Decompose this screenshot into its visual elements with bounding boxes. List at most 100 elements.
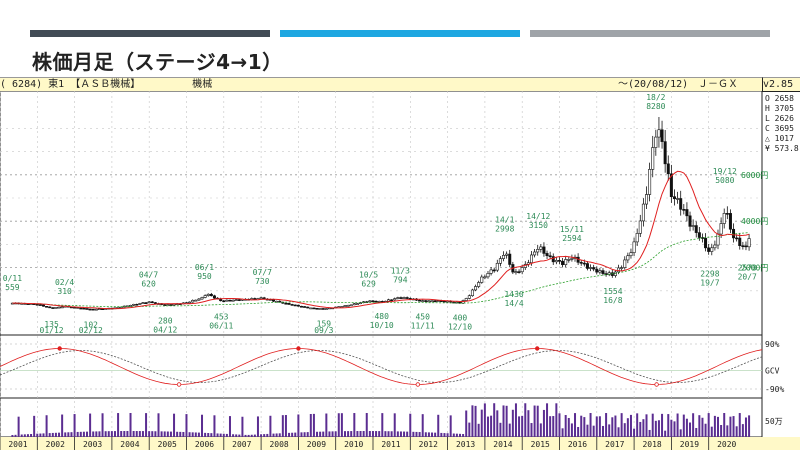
- candle-body: [747, 238, 751, 248]
- volume-bar: [79, 431, 82, 437]
- candle-body: [303, 306, 307, 308]
- volume-bar: [564, 415, 567, 437]
- candle-body: [138, 303, 142, 305]
- candle-body: [495, 262, 499, 271]
- volume-bar: [648, 429, 651, 437]
- volume-bar: [256, 416, 259, 437]
- volume-bar: [527, 410, 530, 437]
- volume-bar: [499, 422, 502, 437]
- candle-body: [253, 298, 257, 300]
- volume-bar: [654, 420, 657, 437]
- candle-body: [467, 295, 471, 299]
- volume-bar: [204, 432, 207, 437]
- osc-marker: [415, 382, 421, 387]
- volume-bar: [120, 431, 123, 437]
- price-annotation: 2570: [738, 263, 757, 272]
- volume-bar: [440, 432, 443, 437]
- volume-bar: [462, 434, 465, 437]
- candle-body: [57, 306, 61, 309]
- candle-body: [679, 198, 683, 210]
- volume-bar: [185, 414, 188, 437]
- volume-bar: [437, 414, 440, 437]
- candle-body: [657, 129, 661, 138]
- candle-body: [629, 252, 633, 257]
- candle-body: [82, 307, 86, 310]
- volume-bar: [744, 417, 747, 437]
- volume-bar: [182, 431, 185, 437]
- volume-bar: [558, 413, 561, 437]
- volume-bar: [73, 414, 76, 437]
- candle-body: [464, 298, 468, 301]
- candle-body: [172, 303, 176, 306]
- candle-body: [231, 299, 235, 302]
- volume-bar: [605, 413, 608, 437]
- price-annotation: 19/12: [713, 167, 737, 176]
- volume-bar: [86, 431, 89, 437]
- price-annotation: 2998: [495, 224, 514, 233]
- volume-bar: [222, 433, 225, 437]
- volume-bar: [17, 416, 20, 437]
- volume-bar: [138, 431, 141, 437]
- candle-body: [483, 276, 487, 279]
- candle-body: [405, 297, 409, 299]
- volume-bar: [132, 431, 135, 437]
- candle-body: [725, 213, 729, 215]
- volume-bar: [505, 405, 508, 437]
- candle-body: [54, 307, 58, 309]
- candle-body: [564, 259, 568, 265]
- candle-body: [212, 295, 216, 299]
- volume-bar: [368, 431, 371, 437]
- volume-bar: [347, 431, 350, 437]
- candle-body: [144, 302, 148, 304]
- price-annotation: 480: [374, 312, 389, 321]
- candle-body: [623, 259, 627, 268]
- volume-bar: [30, 434, 33, 437]
- volume-bar: [496, 410, 499, 437]
- volume-bar: [679, 429, 682, 437]
- candle-body: [626, 255, 630, 261]
- volume-bar: [623, 423, 626, 437]
- volume-bar: [598, 416, 601, 437]
- volume-bar: [166, 431, 169, 437]
- volume-bar: [735, 426, 738, 437]
- candle-body: [735, 237, 739, 240]
- price-annotation: 794: [393, 276, 408, 285]
- year-tick-label: 2017: [605, 440, 624, 449]
- volume-bar: [396, 431, 399, 437]
- price-annotation: 0/11: [3, 274, 22, 283]
- volume-bar: [269, 415, 272, 437]
- volume-bar: [244, 434, 247, 437]
- candle-body: [492, 269, 496, 272]
- stat-label: O 2658: [765, 94, 794, 103]
- volume-bar: [421, 414, 424, 437]
- candle-body: [722, 213, 726, 224]
- volume-bar: [238, 434, 241, 437]
- volume-bar: [620, 413, 623, 437]
- volume-bar: [502, 405, 505, 437]
- volume-bar: [477, 423, 480, 437]
- volume-bar: [303, 432, 306, 437]
- volume-bar: [294, 432, 297, 437]
- volume-bar: [586, 424, 589, 437]
- volume-bar: [250, 434, 253, 437]
- candle-body: [141, 302, 145, 304]
- candle-body: [38, 304, 42, 306]
- volume-bar: [232, 434, 235, 437]
- volume-bar: [210, 433, 213, 437]
- candle-body: [194, 299, 198, 302]
- price-annotation: 09/3: [314, 326, 333, 335]
- candle-body: [393, 298, 397, 301]
- volume-bar: [288, 432, 291, 437]
- candle-body: [209, 293, 213, 297]
- volume-bar: [89, 413, 92, 437]
- volume-bar: [393, 413, 396, 437]
- year-tick-label: 2020: [717, 440, 736, 449]
- source-label: Ｊ－ＧＸ: [698, 79, 738, 90]
- volume-bar: [490, 415, 493, 437]
- candle-body: [732, 228, 736, 239]
- volume-bar: [595, 416, 598, 437]
- sector-label: 機械: [192, 79, 213, 90]
- volume-bar: [692, 413, 695, 437]
- candle-body: [638, 220, 642, 234]
- volume-bar: [698, 415, 701, 437]
